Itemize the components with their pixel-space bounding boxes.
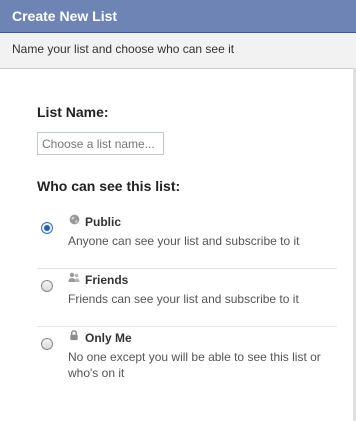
visibility-option-only-me[interactable]: Only Me No one except you will be able t…: [37, 326, 337, 384]
dialog-subheader: Name your list and choose who can see it: [0, 33, 356, 69]
radio-friends[interactable]: [41, 280, 53, 292]
option-title-friends: Friends: [85, 273, 129, 287]
dialog-subtitle: Name your list and choose who can see it: [12, 42, 235, 56]
list-name-input[interactable]: [37, 132, 164, 155]
globe-icon: [68, 214, 80, 226]
option-desc-friends: Friends can see your list and subscribe …: [68, 292, 299, 306]
dialog-title-bar: Create New List: [0, 0, 356, 33]
option-title-public: Public: [85, 215, 122, 229]
visibility-label: Who can see this list:: [37, 178, 181, 194]
friends-icon: [68, 272, 80, 284]
visibility-option-public[interactable]: Public Anyone can see your list and subs…: [37, 210, 337, 269]
list-name-label: List Name:: [37, 104, 109, 120]
dialog-title: Create New List: [12, 8, 118, 24]
option-desc-public: Anyone can see your list and subscribe t…: [68, 234, 300, 248]
option-title-only-me: Only Me: [85, 331, 132, 345]
create-list-dialog: Create New List Name your list and choos…: [0, 0, 356, 421]
radio-only-me[interactable]: [41, 338, 53, 350]
radio-public[interactable]: [41, 222, 53, 234]
lock-icon: [68, 330, 80, 342]
option-desc-only-me: No one except you will be able to see th…: [68, 350, 321, 380]
visibility-option-friends[interactable]: Friends Friends can see your list and su…: [37, 268, 337, 327]
